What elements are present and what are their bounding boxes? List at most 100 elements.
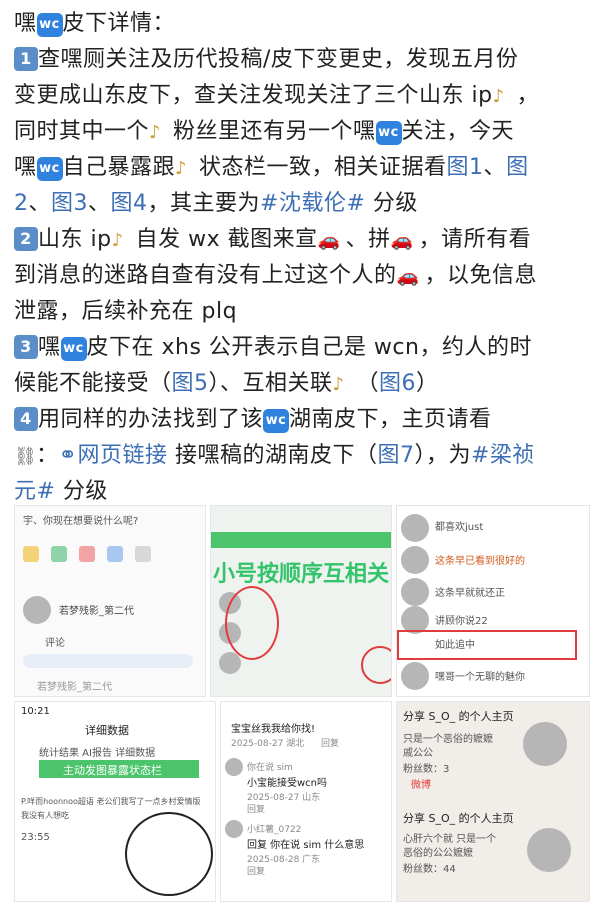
gallery-image-1[interactable]: 宇、你现在想要说什么呢? 若梦残影_第二代 评论 若梦残影_第二代 xyxy=(14,505,206,697)
gallery-image-3[interactable]: 都喜欢just 这条早已看到很好的 这条早就就还正 讲顾你说22 如此追中 嘿哥… xyxy=(396,505,590,697)
web-link[interactable]: 网页链接 xyxy=(77,443,167,468)
text: 嘿 xyxy=(14,11,37,36)
text: 宝宝丝我我给你找! xyxy=(231,724,316,735)
text: 湖南皮下，主页请看 xyxy=(289,407,492,432)
reaction-icon xyxy=(135,546,151,562)
figure-link-2b[interactable]: 2 xyxy=(14,191,29,216)
text: ） xyxy=(416,371,439,396)
text: 小宝能接受wcn吗 xyxy=(247,778,328,789)
text: 你在说 sim xyxy=(247,763,293,773)
wc-badge-icon: wc xyxy=(36,13,63,37)
text: 讲顾你说22 xyxy=(435,616,488,627)
reaction-icon xyxy=(51,546,67,562)
text: 分享 S_O_ 的个人主页 xyxy=(403,710,514,723)
text: 粉丝数：3 xyxy=(403,764,450,775)
text: 这条早就就还正 xyxy=(435,588,505,599)
text: 回复 xyxy=(247,805,266,815)
figure-link-2a[interactable]: 图 xyxy=(506,155,529,180)
text: 候能不能接受（ xyxy=(14,371,172,396)
horn-icon: ♪ xyxy=(175,158,188,179)
text: 心肝六个就 只是一个 xyxy=(403,834,497,845)
text: 粉丝里还有另一个嘿 xyxy=(173,119,376,144)
wc-badge-icon: wc xyxy=(375,121,402,145)
text: 关注，今天 xyxy=(401,119,515,144)
car-icon: 🚗 xyxy=(317,230,341,251)
text: 回复 你在说 sim 什么意思 xyxy=(247,840,365,851)
post-line-3: 变更成山东皮下，查关注发现关注了三个山东 ip♪ ， xyxy=(14,78,588,114)
avatar xyxy=(219,652,241,674)
figure-link-1[interactable]: 图1 xyxy=(447,155,484,180)
number-badge-3: 3 xyxy=(14,335,38,359)
gallery-image-2[interactable]: 小号按顺序互相关 xyxy=(210,505,392,697)
text: 嘿 xyxy=(14,155,37,180)
reaction-icon xyxy=(107,546,123,562)
text: ），为 xyxy=(414,443,471,468)
text: 小红薯_0722 xyxy=(247,825,302,835)
figure-link-3[interactable]: 图3 xyxy=(51,191,88,216)
text: 分级 xyxy=(365,191,418,216)
figure-link-4[interactable]: 图4 xyxy=(111,191,148,216)
text: 、 xyxy=(28,191,52,216)
text: 同时其中一个 xyxy=(14,119,150,144)
gallery-image-5[interactable]: 宝宝丝我我给你找! 2025-08-27 湖北 回复 你在说 sim 小宝能接受… xyxy=(220,701,392,902)
post-line-2: 1 查嘿厕关注及历代投稿/皮下变更史，发现五月份 xyxy=(14,42,588,78)
text: ，其主要为 xyxy=(147,191,261,216)
text: ）、互相关联 xyxy=(208,371,333,396)
gallery-image-6[interactable]: 分享 S_O_ 的个人主页 只是一个恶俗的嬷嬷 戚公公 粉丝数：3 微博 分享 … xyxy=(396,701,590,902)
text: 都喜欢just xyxy=(435,522,484,533)
post-line-5: 嘿 wc 自己暴露跟♪ 状态栏一致，相关证据看图1、图 xyxy=(14,150,588,186)
avatar xyxy=(527,828,571,872)
post-body: 嘿 wc 皮下详情： 1 查嘿厕关注及历代投稿/皮下变更史，发现五月份 变更成山东皮下… xyxy=(14,6,588,510)
text: 皮下在 xhs 公开表示自己是 wcn，约人的时 xyxy=(86,335,532,360)
reaction-row xyxy=(23,546,193,562)
red-circle-highlight xyxy=(225,586,279,660)
post-line-7: 2 山东 ip♪ 自发 wx 截图来宣🚗 、拼🚗 ，请所有看 xyxy=(14,222,588,258)
text: 泄露，后续补充在 plq xyxy=(14,299,238,324)
wc-badge-icon: wc xyxy=(263,409,290,433)
text: 分级 xyxy=(55,479,108,504)
text: 自己暴露跟 xyxy=(62,155,176,180)
red-box-highlight xyxy=(397,630,577,660)
red-circle-highlight xyxy=(125,812,213,896)
text: 主动发图暴露状态栏 xyxy=(63,764,162,777)
reaction-icon xyxy=(79,546,95,562)
wc-badge-icon: wc xyxy=(36,157,63,181)
post-line-9: 泄露，后续补充在 plq xyxy=(14,294,588,330)
gallery-image-4[interactable]: 10:21 详细数据 统计结果 AI报告 详细数据 主动发图暴露状态栏 P.咩而… xyxy=(14,701,216,902)
text: 23:55 xyxy=(21,832,50,843)
avatar xyxy=(401,662,429,690)
horn-icon: ♪ xyxy=(111,230,124,251)
text: 统计结果 AI报告 详细数据 xyxy=(39,748,156,759)
header-bar xyxy=(211,532,391,548)
web-link-icon: ⚭ xyxy=(58,443,78,468)
hashtag-link[interactable]: #沈载伦# xyxy=(260,191,365,216)
text: 、 xyxy=(88,191,111,216)
text: 如此追中 xyxy=(435,640,475,651)
text: 山东 ip xyxy=(38,227,112,252)
hashtag-link-2b[interactable]: 元# xyxy=(14,479,55,504)
horn-icon: ♪ xyxy=(149,122,162,143)
post-line-4: 同时其中一个♪ 粉丝里还有另一个嘿 wc 关注，今天 xyxy=(14,114,588,150)
number-badge-2: 2 xyxy=(14,227,38,251)
figure-link-5[interactable]: 图5 xyxy=(172,371,209,396)
post-line-10: 3 嘿 wc 皮下在 xhs 公开表示自己是 wcn，约人的时 xyxy=(14,330,588,366)
horn-icon: ♪ xyxy=(492,86,505,107)
number-badge-1: 1 xyxy=(14,47,38,71)
figure-link-7[interactable]: 图7 xyxy=(377,443,414,468)
text: ，请所有看 xyxy=(418,227,532,252)
text: P.咩而hoonnoo超语 老公们我写了一点乡村爱情版 xyxy=(21,797,201,806)
figure-link-6[interactable]: 图6 xyxy=(379,371,416,396)
text: 自发 wx 截图来宣 xyxy=(135,227,318,252)
hashtag-link-2a[interactable]: #梁祯 xyxy=(471,443,535,468)
text: 到消息的迷路自查有没有上过这个人的 xyxy=(14,263,397,288)
post-line-8: 到消息的迷路自查有没有上过这个人的🚗 ，以免信息 xyxy=(14,258,588,294)
link-chain-icon: ⛓ xyxy=(14,446,38,467)
avatar xyxy=(523,722,567,766)
reaction-icon xyxy=(23,546,39,562)
text: 回复 xyxy=(247,867,266,877)
text: 分享 S_O_ 的个人主页 xyxy=(403,812,514,825)
text: 小号按顺序互相关 xyxy=(213,562,390,587)
text: 接嘿稿的湖南皮下（ xyxy=(167,443,378,468)
red-circle-highlight xyxy=(361,646,391,684)
wc-badge-icon: wc xyxy=(60,337,87,361)
